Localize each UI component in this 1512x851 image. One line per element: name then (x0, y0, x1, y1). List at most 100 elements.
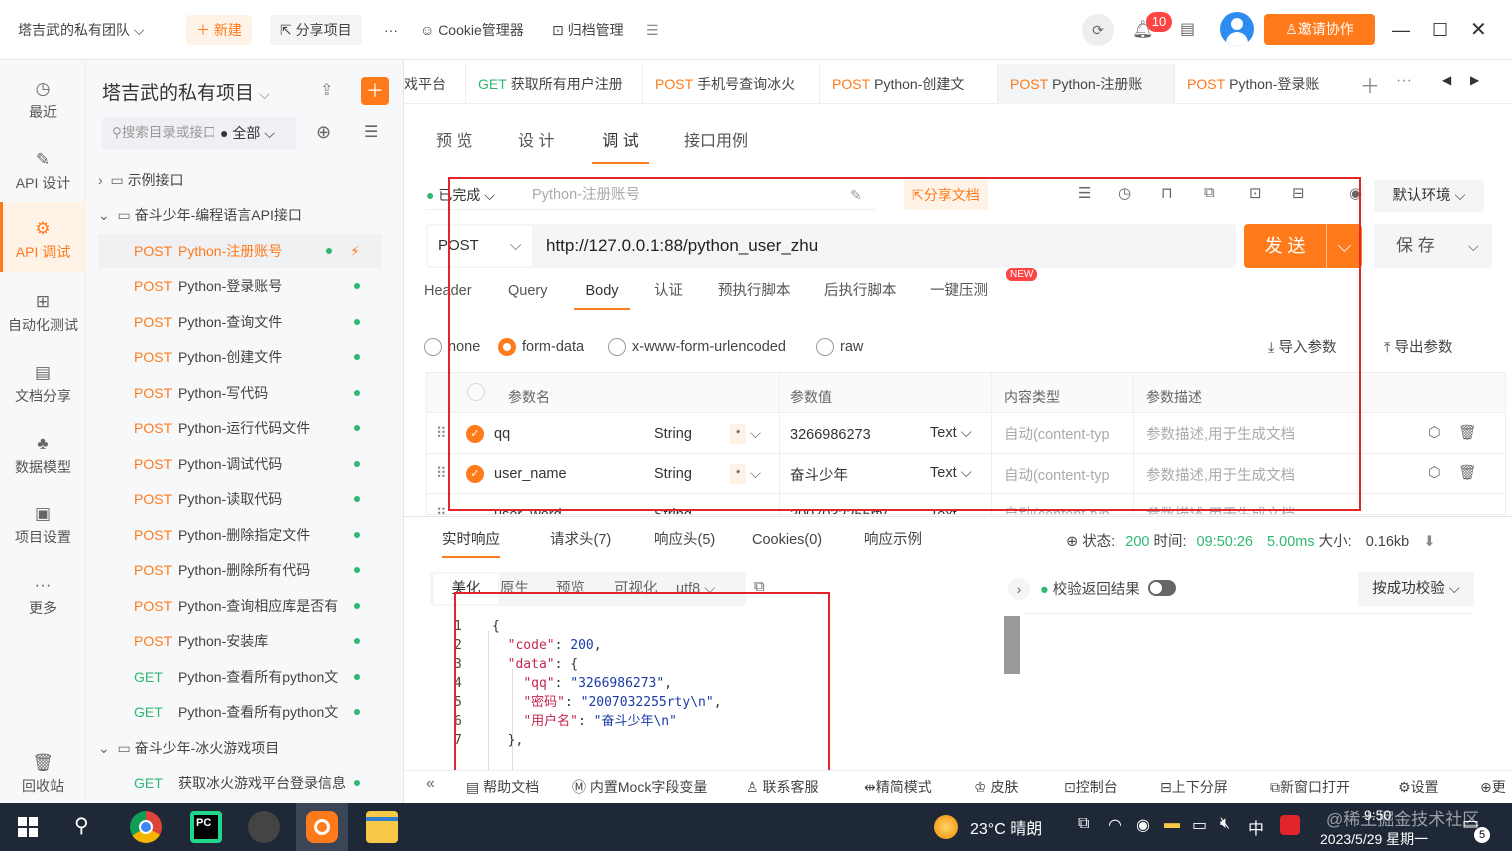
ime-indicator[interactable]: 中 (1248, 815, 1264, 839)
tree-item[interactable]: POST Python-安装库 (98, 624, 382, 658)
tree-item[interactable]: POST Python-注册账号 ⚡︎ (98, 234, 382, 268)
tree-item[interactable]: POST Python-删除所有代码 (98, 553, 382, 587)
tree-item[interactable]: POST Python-创建文件 (98, 340, 382, 374)
minimize-button[interactable]: — (1392, 15, 1410, 45)
mock-vars-button[interactable]: Ⓜ 内置Mock字段变量 (572, 777, 707, 797)
app-tray-icon[interactable]: ◉ (1136, 815, 1150, 835)
tab-request-active[interactable]: POST Python-注册账 (998, 64, 1175, 104)
maximize-button[interactable]: ☐ (1432, 15, 1448, 45)
chevron-down-icon[interactable]: ⌵ (750, 419, 761, 449)
tree-item[interactable]: GET Python-查看所有python文 (98, 695, 382, 729)
radio-raw[interactable]: raw (816, 336, 863, 358)
tab-request[interactable]: POST Python-创建文 (820, 64, 998, 104)
more-button[interactable]: ··· (384, 15, 398, 45)
nav-doc-share[interactable]: ▤ 文档分享 (0, 352, 86, 412)
view-tab-visual[interactable]: 可视化 (614, 574, 658, 604)
validate-toggle[interactable]: ● 校验返回结果 (1040, 578, 1176, 599)
tab-request[interactable]: GET 获取所有用户注册 (466, 64, 643, 104)
compact-mode-button[interactable]: ⇹精简模式 (864, 777, 932, 797)
folder-game-project[interactable]: ⌄ ▭ 奋斗少年-冰火游戏项目 (98, 731, 382, 765)
tab-next-icon[interactable]: ▶ (1470, 73, 1479, 87)
download-icon[interactable]: ⬇ (1423, 534, 1435, 550)
tree-item[interactable]: POST Python-查询文件 (98, 305, 382, 339)
content-type-input[interactable]: 自动(content-typ (1004, 461, 1122, 491)
list-icon[interactable]: ☰ (1078, 184, 1091, 202)
tab-request[interactable]: 戏平台 (404, 64, 466, 104)
row-checkbox[interactable]: ✓ (466, 425, 484, 443)
param-value[interactable]: 2007032255rty (790, 500, 887, 514)
drag-handle-icon[interactable]: ⠿ (436, 500, 447, 514)
rtab-examples[interactable]: 响应示例 (864, 522, 922, 558)
tree-item[interactable]: POST Python-查询相应库是否有 (98, 589, 382, 623)
tree-item[interactable]: GET 获取冰火游戏平台登录信息 (98, 766, 382, 800)
view-tab-preview[interactable]: 预览 (556, 574, 585, 604)
subtab-preview[interactable]: 预 览 (436, 120, 472, 164)
nav-data-model[interactable]: ♣ 数据模型 (0, 423, 86, 483)
console-button[interactable]: ⊡控制台 (1064, 777, 1118, 797)
nav-recycle[interactable]: 🗑︎ 回收站 (0, 742, 86, 802)
drag-handle-icon[interactable]: ⠿ (436, 419, 447, 449)
team-selector[interactable]: 塔吉武的私有团队 ⌵ (18, 15, 145, 45)
param-desc-input[interactable]: 参数描述,用于生成文档 (1146, 500, 1295, 514)
tree-item[interactable]: POST Python-登录账号 (98, 269, 382, 303)
required-flag[interactable]: * (730, 464, 747, 484)
radio-urlencoded[interactable]: x-www-form-urlencoded (608, 336, 786, 358)
param-value[interactable]: 奋斗少年 (790, 461, 848, 491)
app-avatar-icon[interactable] (248, 811, 280, 843)
tree-item[interactable]: POST Python-读取代码 (98, 482, 382, 516)
add-icon[interactable]: ＋ (361, 77, 389, 105)
input-method-icon[interactable] (1280, 815, 1300, 835)
status-select[interactable]: 已完成 ⌵ (438, 187, 495, 203)
save-icon[interactable]: ⊟ (1292, 184, 1305, 202)
param-value[interactable]: 3266986273 (790, 420, 871, 450)
avatar[interactable] (1220, 12, 1254, 46)
value-type[interactable]: Text (930, 500, 957, 514)
copy-icon[interactable]: ⧉ (754, 578, 765, 595)
collapse-left-icon[interactable]: « (426, 775, 435, 793)
tree-item[interactable]: GET Python-查看所有python文 (98, 660, 382, 694)
validate-mode-select[interactable]: 按成功校验 ⌵ (1358, 572, 1474, 606)
cube-icon[interactable]: ⬡ (1428, 458, 1441, 488)
tree-item[interactable]: POST Python-调试代码 (98, 447, 382, 481)
import-params-button[interactable]: ⤓ 导入参数 (1268, 336, 1336, 357)
copy-icon[interactable]: ⧉ (1204, 184, 1215, 201)
subtab-debug[interactable]: 调 试 (592, 120, 649, 164)
ptab-body[interactable]: Body (574, 276, 630, 310)
rtab-request-headers[interactable]: 请求头(7) (550, 522, 611, 558)
param-desc-input[interactable]: 参数描述,用于生成文档 (1146, 461, 1295, 491)
pycharm-icon[interactable]: PC (190, 811, 222, 843)
code-icon[interactable]: ⊡ (1249, 184, 1262, 202)
update-button[interactable]: ⊕更 (1480, 777, 1506, 797)
param-type[interactable]: String (654, 500, 692, 514)
sort-icon[interactable]: ☰ (364, 122, 378, 142)
method-select[interactable]: POST ⌵ (428, 226, 532, 266)
param-name[interactable]: qq (494, 419, 510, 449)
sync-icon[interactable]: ⟳ (1082, 14, 1114, 46)
ptab-stress-test[interactable]: 一键压测 (930, 276, 988, 306)
drag-handle-icon[interactable]: ⠿ (436, 459, 447, 489)
trash-icon[interactable]: 🗑︎ (1458, 418, 1476, 448)
nav-project-settings[interactable]: ▣ 项目设置 (0, 493, 86, 553)
required-flag[interactable]: * (730, 424, 747, 444)
unlock-icon[interactable]: ⊓ (1161, 184, 1173, 202)
nav-more[interactable]: ··· 更多 (0, 564, 86, 624)
response-code-viewer[interactable]: 1 2 3 4 5 6 7 { "code": 200, "data": { "… (454, 613, 1024, 789)
view-tab-pretty[interactable]: 美化 (434, 574, 498, 604)
rtab-realtime[interactable]: 实时响应 (442, 522, 500, 558)
folder-icon[interactable] (366, 811, 398, 843)
radio-form-data[interactable]: form-data (498, 336, 584, 358)
value-type-select[interactable]: Text ⌵ (930, 418, 972, 448)
eye-icon[interactable]: ◉ (1349, 184, 1362, 202)
volume-icon[interactable]: 🔇︎ (1220, 815, 1230, 833)
network-icon[interactable]: ◠ (1108, 815, 1122, 835)
tab-prev-icon[interactable]: ◀ (1442, 73, 1451, 87)
clock-date[interactable]: 2023/5/29 星期一 (1320, 829, 1428, 849)
battery-icon[interactable]: ▭ (1192, 815, 1207, 835)
content-type-input[interactable]: 自动(content-typ (1004, 500, 1122, 514)
locate-icon[interactable]: ⊕ (316, 122, 331, 143)
chrome-icon[interactable] (130, 811, 162, 843)
split-screen-button[interactable]: ⊟上下分屏 (1160, 777, 1228, 797)
rtab-response-headers[interactable]: 响应头(5) (654, 522, 715, 558)
param-name[interactable]: user_name (494, 459, 567, 489)
chevron-down-icon[interactable]: ⌵ (750, 459, 761, 489)
